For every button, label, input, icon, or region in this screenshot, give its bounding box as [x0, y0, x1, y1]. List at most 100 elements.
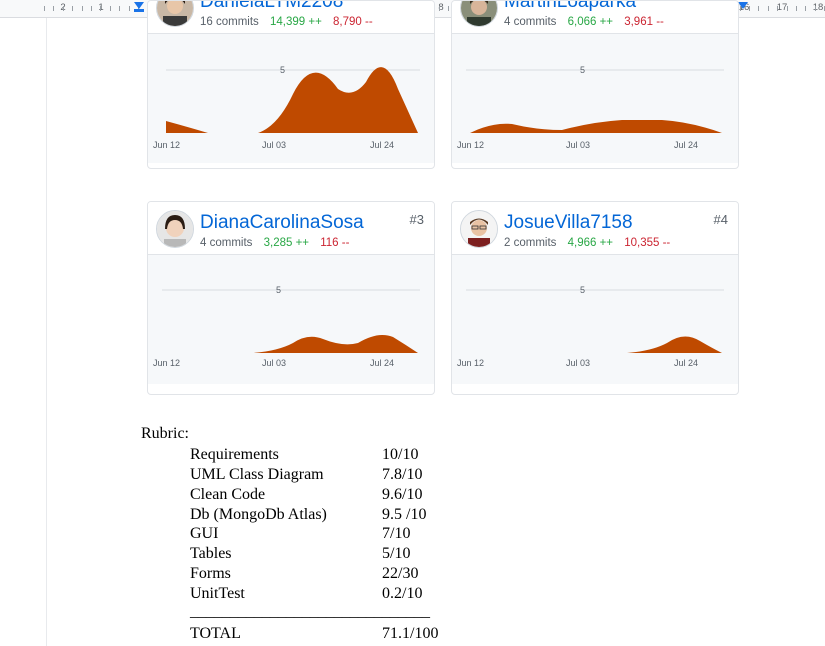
username-link[interactable]: MartinLoaparka [504, 1, 636, 13]
rubric-item-score: 10/10 [382, 446, 419, 463]
additions-count: 14,399 ++ [270, 16, 322, 28]
rubric-row: Tables 5/10 [190, 545, 590, 565]
x-tick-label: Jul 24 [370, 358, 394, 368]
additions-count: 3,285 ++ [263, 237, 310, 249]
contributor-card-header: MartinLoaparka 4 commits 6,066 ++ 3,961 … [452, 1, 738, 34]
ruler-tick [72, 6, 73, 11]
contributor-card-header: DanielaLTM2208 16 commits 14,399 ++ 8,79… [148, 1, 434, 34]
commit-stats: 2 commits 4,966 ++ 10,355 -- [504, 237, 670, 249]
left-indent-marker[interactable] [134, 2, 144, 9]
rubric-item-name: GUI [190, 525, 219, 542]
ruler-tick [129, 6, 130, 11]
rubric-item-name: Db (MongoDb Atlas) [190, 506, 327, 523]
ruler-tick [777, 6, 778, 11]
first-line-indent-marker[interactable] [134, 9, 144, 12]
username-link[interactable]: DanielaLTM2208 [200, 1, 343, 13]
contributor-card-header: JosueVilla7158 #4 2 commits 4,966 ++ 10,… [452, 202, 738, 255]
y-tick-label: 5 [580, 65, 585, 75]
commit-count[interactable]: 4 commits [504, 16, 556, 28]
additions-count: 4,966 ++ [567, 237, 614, 249]
user-avatar[interactable] [460, 210, 498, 248]
x-tick-label: Jul 03 [566, 140, 590, 150]
deletions-count: 116 -- [320, 237, 350, 249]
rubric-item-score: 9.5 /10 [382, 506, 427, 523]
commit-activity-chart: 5 Jun 12 Jul 03 Jul 24 [148, 34, 434, 163]
rubric-total-row: TOTAL 71.1/100 [190, 625, 590, 645]
y-tick-label: 5 [276, 285, 281, 295]
contributor-card-header: DianaCarolinaSosa #3 4 commits 3,285 ++ … [148, 202, 434, 255]
rubric-total-label: TOTAL [190, 625, 241, 642]
commit-activity-chart: 5 Jun 12 Jul 03 Jul 24 [148, 255, 434, 384]
ruler-tick [91, 6, 92, 11]
deletions-count: 8,790 -- [333, 16, 373, 28]
x-tick-label: Jul 24 [370, 140, 394, 150]
ruler-tick [82, 6, 83, 11]
commit-activity-chart: 5 Jun 12 Jul 03 Jul 24 [452, 34, 738, 163]
deletions-count: 3,961 -- [624, 16, 664, 28]
ruler-tick [53, 6, 54, 11]
rubric-row: UML Class Diagram 7.8/10 [190, 466, 590, 486]
rubric-title: Rubric: [141, 425, 189, 442]
rubric-item-score: 9.6/10 [382, 486, 423, 503]
user-avatar[interactable] [156, 210, 194, 248]
commit-stats: 4 commits 3,285 ++ 116 -- [200, 237, 349, 249]
y-tick-label: 5 [580, 285, 585, 295]
ruler-tick [815, 6, 816, 11]
rubric-row: Clean Code 9.6/10 [190, 486, 590, 506]
ruler-tick [44, 6, 45, 11]
rubric-item-score: 7.8/10 [382, 466, 423, 483]
rubric-row: GUI 7/10 [190, 525, 590, 545]
ruler-tick [63, 6, 64, 11]
rubric-item-score: 5/10 [382, 545, 411, 562]
user-avatar[interactable] [460, 1, 498, 27]
x-tick-label: Jun 12 [457, 358, 484, 368]
x-tick-label: Jun 12 [153, 140, 180, 150]
rubric-item-score: 0.2/10 [382, 585, 423, 602]
right-indent-marker[interactable] [738, 2, 748, 9]
ruler-tick [100, 6, 101, 11]
rubric-item-name: UML Class Diagram [190, 466, 324, 483]
commit-stats: 4 commits 6,066 ++ 3,961 -- [504, 16, 664, 28]
rubric-item-score: 22/30 [382, 565, 419, 582]
commit-activity-chart: 5 Jun 12 Jul 03 Jul 24 [452, 255, 738, 384]
ruler-tick [110, 6, 111, 11]
rubric-separator-line: ______________________________ [190, 603, 430, 620]
commit-count[interactable]: 2 commits [504, 237, 556, 249]
additions-count: 6,066 ++ [567, 16, 614, 28]
x-tick-label: Jul 24 [674, 140, 698, 150]
y-tick-label: 5 [280, 65, 285, 75]
rubric-total-score: 71.1/100 [382, 625, 439, 642]
ruler-tick [787, 6, 788, 11]
commit-count[interactable]: 4 commits [200, 237, 252, 249]
commit-stats: 16 commits 14,399 ++ 8,790 -- [200, 16, 373, 28]
x-tick-label: Jun 12 [457, 140, 484, 150]
ruler-tick [119, 6, 120, 11]
ruler-number: 17 [776, 2, 788, 13]
ruler-tick [439, 6, 440, 11]
rubric-item-score: 7/10 [382, 525, 411, 542]
activity-area [627, 336, 722, 353]
activity-area [166, 67, 418, 133]
rubric-item-name: Clean Code [190, 486, 266, 503]
contributor-card-3: DianaCarolinaSosa #3 4 commits 3,285 ++ … [147, 201, 435, 395]
ruler-tick [768, 6, 769, 11]
user-avatar[interactable] [156, 1, 194, 27]
x-tick-label: Jun 12 [153, 358, 180, 368]
username-link[interactable]: JosueVilla7158 [504, 212, 633, 234]
ruler-tick [448, 6, 449, 11]
commit-count[interactable]: 16 commits [200, 16, 259, 28]
rubric-item-name: Requirements [190, 446, 279, 463]
ruler-tick [805, 6, 806, 11]
activity-area [470, 120, 722, 133]
activity-area [253, 335, 418, 353]
rubric-item-name: Tables [190, 545, 232, 562]
rubric-row: Db (MongoDb Atlas) 9.5 /10 [190, 506, 590, 526]
username-link[interactable]: DianaCarolinaSosa [200, 212, 364, 234]
contributor-card-1: DanielaLTM2208 16 commits 14,399 ++ 8,79… [147, 0, 435, 169]
x-tick-label: Jul 03 [262, 140, 286, 150]
ruler-tick [749, 6, 750, 11]
contributor-card-4: JosueVilla7158 #4 2 commits 4,966 ++ 10,… [451, 201, 739, 395]
rank-label: #4 [713, 212, 728, 227]
ruler-tick [796, 6, 797, 11]
x-tick-label: Jul 03 [262, 358, 286, 368]
